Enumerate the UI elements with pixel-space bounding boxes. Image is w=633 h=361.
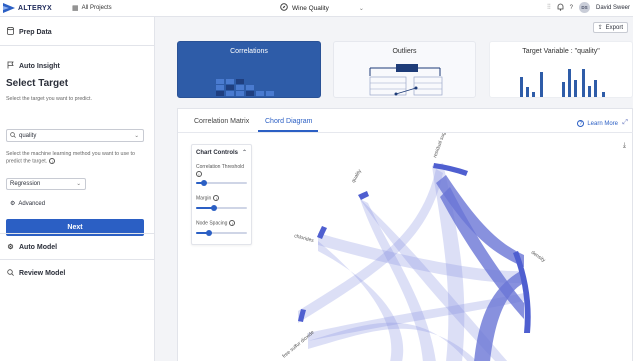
help-icon: ? bbox=[577, 120, 585, 127]
visualization-panel: Correlation Matrix Chord Diagram ? Learn… bbox=[177, 108, 633, 361]
slider-handle[interactable] bbox=[210, 205, 217, 211]
sidebar-item-auto-insight[interactable]: Auto Insight bbox=[0, 59, 155, 73]
auto-insight-label: Auto Insight bbox=[19, 62, 60, 70]
settings-sliders-icon[interactable]: ⫶⫶ bbox=[547, 4, 551, 12]
logo-icon bbox=[3, 3, 15, 13]
margin-slider[interactable] bbox=[196, 205, 247, 211]
correlations-card[interactable]: Correlations bbox=[177, 41, 321, 98]
alteryx-logo[interactable]: ALTERYX bbox=[3, 3, 52, 13]
chevron-up-icon[interactable]: ⌃ bbox=[242, 149, 247, 156]
tab-correlation-matrix[interactable]: Correlation Matrix bbox=[194, 118, 249, 125]
method-help-text: Select the machine learning method you w… bbox=[6, 151, 135, 165]
auto-model-label: Auto Model bbox=[19, 243, 58, 251]
chevron-down-icon: ⌄ bbox=[76, 181, 81, 187]
divider bbox=[0, 233, 155, 234]
correlation-matrix-icon bbox=[216, 79, 274, 96]
flag-icon bbox=[6, 61, 15, 71]
info-icon[interactable]: i bbox=[213, 195, 220, 201]
node-spacing-label: Node Spacing i bbox=[196, 220, 236, 227]
box-plot-icon bbox=[369, 64, 443, 96]
help-icon[interactable]: ? bbox=[570, 5, 573, 11]
export-icon: ⇪ bbox=[597, 25, 603, 31]
tab-chord-diagram[interactable]: Chord Diagram bbox=[265, 118, 312, 125]
target-value: quality bbox=[19, 132, 37, 139]
tab-bar: Correlation Matrix Chord Diagram ? Learn… bbox=[178, 109, 633, 133]
export-button[interactable]: ⇪ Export bbox=[592, 22, 628, 33]
node-spacing-slider[interactable] bbox=[196, 230, 247, 236]
database-icon bbox=[6, 26, 15, 37]
top-bar: ALTERYX ▦ All Projects Wine Quality ⌄ ⫶⫶… bbox=[0, 0, 633, 17]
chart-controls-title: Chart Controls bbox=[196, 150, 238, 156]
chord-label-chlorides: chlorides bbox=[293, 233, 314, 244]
grid-icon: ▦ bbox=[72, 5, 79, 12]
chevron-down-icon: ⌄ bbox=[134, 132, 139, 139]
method-value: Regression bbox=[10, 181, 41, 187]
review-model-label: Review Model bbox=[19, 269, 66, 277]
bell-icon[interactable] bbox=[557, 3, 564, 13]
correlation-threshold-slider[interactable] bbox=[196, 180, 247, 186]
select-target-help: Select the target you want to predict. bbox=[6, 96, 92, 102]
gear-icon: ⚙ bbox=[7, 244, 14, 251]
chart-controls-panel: Chart Controls ⌃ Correlation Threshold i… bbox=[191, 144, 252, 245]
margin-label: Margin i bbox=[196, 195, 220, 202]
user-name[interactable]: David Sweer bbox=[596, 5, 630, 11]
info-icon[interactable]: i bbox=[49, 158, 56, 164]
node-spacing-text: Node Spacing bbox=[196, 220, 228, 227]
advanced-label: Advanced bbox=[18, 200, 46, 207]
target-select[interactable]: quality ⌄ bbox=[6, 129, 144, 142]
chevron-down-icon: ⌄ bbox=[358, 5, 364, 12]
histogram-icon bbox=[520, 69, 605, 97]
margin-text: Margin bbox=[196, 195, 212, 202]
sidebar-item-auto-model[interactable]: ⚙ Auto Model bbox=[0, 240, 155, 254]
divider bbox=[0, 45, 155, 46]
divider bbox=[0, 259, 155, 260]
method-select[interactable]: Regression ⌄ bbox=[6, 178, 86, 190]
page-title: Select Target bbox=[6, 78, 69, 89]
active-tab-indicator bbox=[258, 130, 318, 132]
sidebar-item-review-model[interactable]: Review Model bbox=[0, 266, 155, 280]
correlation-threshold-text: Correlation Threshold bbox=[196, 164, 244, 170]
all-projects-link[interactable]: ▦ All Projects bbox=[72, 4, 112, 12]
learn-more-label: Learn More bbox=[587, 120, 618, 127]
all-projects-label: All Projects bbox=[81, 5, 112, 11]
main-content: ⇪ Export Correlations Outliers Target Va… bbox=[156, 17, 633, 361]
advanced-toggle[interactable]: ⚙ Advanced bbox=[10, 200, 46, 208]
learn-more-link[interactable]: ? Learn More bbox=[577, 120, 618, 127]
target-variable-card[interactable]: Target Variable : "quality" bbox=[489, 41, 633, 98]
chord-label-density: density bbox=[530, 250, 547, 264]
chord-label-residual-sugar: residual sugar bbox=[432, 133, 448, 159]
info-icon[interactable]: i bbox=[229, 220, 236, 226]
prep-data-label: Prep Data bbox=[19, 28, 52, 36]
export-label: Export bbox=[605, 24, 623, 31]
expand-icon[interactable]: ⤢ bbox=[622, 119, 628, 127]
slider-handle[interactable] bbox=[200, 180, 207, 186]
slider-handle[interactable] bbox=[205, 230, 212, 236]
sidebar-item-prep-data[interactable]: Prep Data bbox=[0, 25, 155, 39]
chord-label-quality: quality bbox=[351, 168, 364, 184]
info-icon-wrap: i bbox=[196, 171, 202, 177]
project-selector[interactable]: Wine Quality ⌄ bbox=[280, 3, 364, 13]
search-icon bbox=[10, 131, 16, 140]
method-help: Select the machine learning method you w… bbox=[6, 151, 148, 165]
project-title: Wine Quality bbox=[292, 4, 329, 12]
info-icon[interactable]: i bbox=[196, 171, 202, 177]
sidebar: Prep Data Auto Insight Select Target Sel… bbox=[0, 17, 155, 361]
avatar[interactable]: DS bbox=[578, 2, 590, 13]
brand-name: ALTERYX bbox=[18, 4, 52, 12]
compass-icon bbox=[280, 3, 288, 13]
gear-icon: ⚙ bbox=[10, 201, 16, 207]
search-icon bbox=[6, 268, 15, 278]
correlation-threshold-label: Correlation Threshold bbox=[196, 164, 244, 170]
outliers-card[interactable]: Outliers bbox=[333, 41, 476, 98]
